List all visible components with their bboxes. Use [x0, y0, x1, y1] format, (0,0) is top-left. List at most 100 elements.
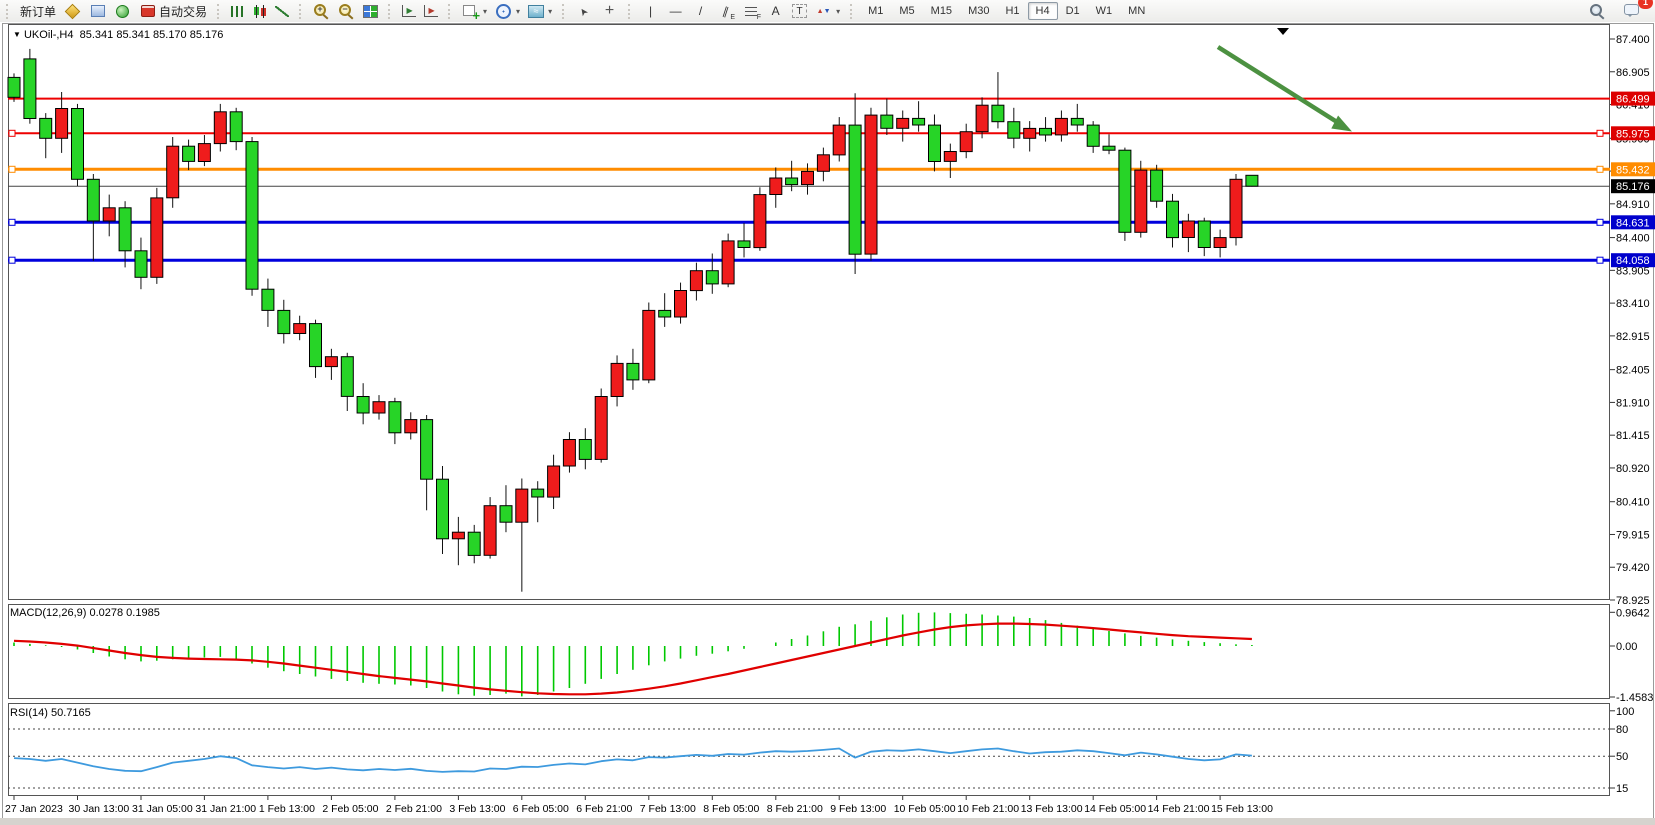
clock-icon — [495, 3, 512, 19]
candle-body — [87, 179, 99, 221]
collapse-triangle-icon[interactable]: ▼ — [13, 30, 21, 39]
svg-text:13 Feb 13:00: 13 Feb 13:00 — [1021, 803, 1083, 815]
dropdown-caret-icon[interactable]: ▾ — [516, 7, 520, 16]
toolbar-grip — [628, 4, 634, 19]
trendline-button-icon: / — [692, 3, 709, 19]
candle-body — [294, 324, 306, 334]
candle-body — [1024, 128, 1036, 138]
text-button-icon: A — [767, 3, 784, 19]
candle-body — [341, 357, 353, 397]
bar-chart-button[interactable] — [227, 5, 249, 18]
candle-body — [1055, 118, 1067, 134]
candle-body — [167, 146, 179, 198]
tf-m15[interactable]: M15 — [923, 2, 960, 20]
chart-plot[interactable]: 87.40086.90586.41085.90085.40584.91084.4… — [0, 22, 1655, 825]
dropdown-caret-icon[interactable]: ▾ — [836, 7, 840, 16]
zoomout-icon: − — [338, 3, 355, 19]
candle-body — [1167, 201, 1179, 237]
tf-m5[interactable]: M5 — [891, 2, 922, 20]
svg-text:7 Feb 13:00: 7 Feb 13:00 — [640, 803, 696, 815]
zoom-out-button[interactable]: − — [334, 2, 359, 20]
candle-body — [944, 152, 956, 162]
candle-body — [516, 489, 528, 522]
periods-button[interactable]: ▾ — [491, 2, 524, 20]
trendline-button[interactable]: / — [688, 2, 713, 20]
fibo-icon — [742, 3, 759, 19]
candle-body — [865, 115, 877, 254]
vertical-line-button[interactable]: | — [638, 2, 663, 20]
line-chart-button[interactable] — [271, 5, 293, 18]
svg-text:27 Jan 2023: 27 Jan 2023 — [5, 803, 63, 815]
crosshair-button[interactable]: + — [597, 2, 622, 20]
label-button[interactable]: T — [788, 3, 811, 19]
tf-h4[interactable]: H4 — [1028, 2, 1058, 20]
addindicator-icon — [462, 3, 479, 19]
zoom-in-button[interactable]: + — [309, 2, 334, 20]
svg-text:6 Feb 05:00: 6 Feb 05:00 — [513, 803, 569, 815]
data-window-icon[interactable] — [85, 2, 110, 20]
toolbar-grip — [299, 4, 305, 19]
svg-text:6 Feb 21:00: 6 Feb 21:00 — [576, 803, 632, 815]
tile-windows-button[interactable] — [359, 4, 382, 19]
dropdown-caret-icon[interactable]: ▾ — [548, 7, 552, 16]
toolbar-grip — [388, 4, 394, 19]
candle-body — [183, 146, 195, 161]
candle-body — [913, 118, 925, 125]
candle-body — [437, 479, 449, 539]
search-button[interactable] — [1585, 2, 1610, 20]
market-watch-icon — [64, 3, 81, 19]
candle-body — [754, 195, 766, 248]
notification-badge: 1 — [1638, 0, 1653, 9]
rsi-label: RSI(14) 50.7165 — [10, 707, 91, 719]
autotrading-button-label: 自动交易 — [159, 3, 207, 20]
candle-body — [325, 357, 337, 367]
candle-body — [452, 532, 464, 539]
svg-text:31 Jan 05:00: 31 Jan 05:00 — [132, 803, 193, 815]
indicators-button[interactable]: ▾ — [458, 2, 491, 20]
tf-h1[interactable]: H1 — [997, 2, 1027, 20]
svg-text:30 Jan 13:00: 30 Jan 13:00 — [69, 803, 130, 815]
svg-text:8 Feb 05:00: 8 Feb 05:00 — [703, 803, 759, 815]
cursor-button[interactable] — [572, 2, 597, 20]
auto-scroll-button[interactable] — [398, 4, 420, 18]
candle-body — [579, 440, 591, 460]
templates-button[interactable]: ▾ — [524, 4, 556, 19]
candle-body — [976, 105, 988, 132]
dropdown-caret-icon[interactable]: ▾ — [483, 7, 487, 16]
fibonacci-button[interactable] — [738, 2, 763, 20]
candle-body — [1119, 150, 1131, 232]
tf-m30[interactable]: M30 — [960, 2, 997, 20]
svg-text:79.420: 79.420 — [1616, 562, 1650, 574]
candle-body — [1214, 238, 1226, 248]
text-button[interactable]: A — [763, 2, 788, 20]
market-watch-icon[interactable] — [60, 2, 85, 20]
candle-body — [1103, 146, 1115, 150]
autotrade-icon — [139, 3, 156, 19]
navigator-icon[interactable] — [110, 2, 135, 20]
candle-body — [929, 125, 941, 161]
autotrading-button[interactable]: 自动交易 — [135, 2, 211, 21]
candle-body — [548, 466, 560, 497]
candle-body — [8, 77, 20, 97]
candle-body — [595, 397, 607, 460]
tf-w1[interactable]: W1 — [1088, 2, 1121, 20]
candle-body — [992, 105, 1004, 122]
toolbar-grip — [448, 4, 454, 19]
horizontal-line-button[interactable]: — — [663, 2, 688, 20]
svg-text:80.920: 80.920 — [1616, 463, 1650, 475]
candle-body — [421, 420, 433, 480]
chart-shift-button[interactable] — [420, 4, 442, 18]
candlestick-chart-button[interactable] — [249, 4, 271, 19]
tf-d1[interactable]: D1 — [1058, 2, 1088, 20]
tf-mn[interactable]: MN — [1120, 2, 1153, 20]
chart-window[interactable]: 87.40086.90586.41085.90085.40584.91084.4… — [0, 22, 1655, 825]
channel-button[interactable] — [713, 2, 738, 20]
tf-m1[interactable]: M1 — [860, 2, 891, 20]
arrows-button[interactable]: ▾ — [811, 2, 844, 20]
candle-body — [72, 109, 84, 180]
notifications-button[interactable]: 1 — [1620, 2, 1645, 20]
candle-body — [1182, 221, 1194, 238]
new-order-button[interactable]: 新订单 — [16, 2, 60, 21]
candle-body — [1087, 125, 1099, 146]
toolbar-grip — [6, 4, 12, 19]
